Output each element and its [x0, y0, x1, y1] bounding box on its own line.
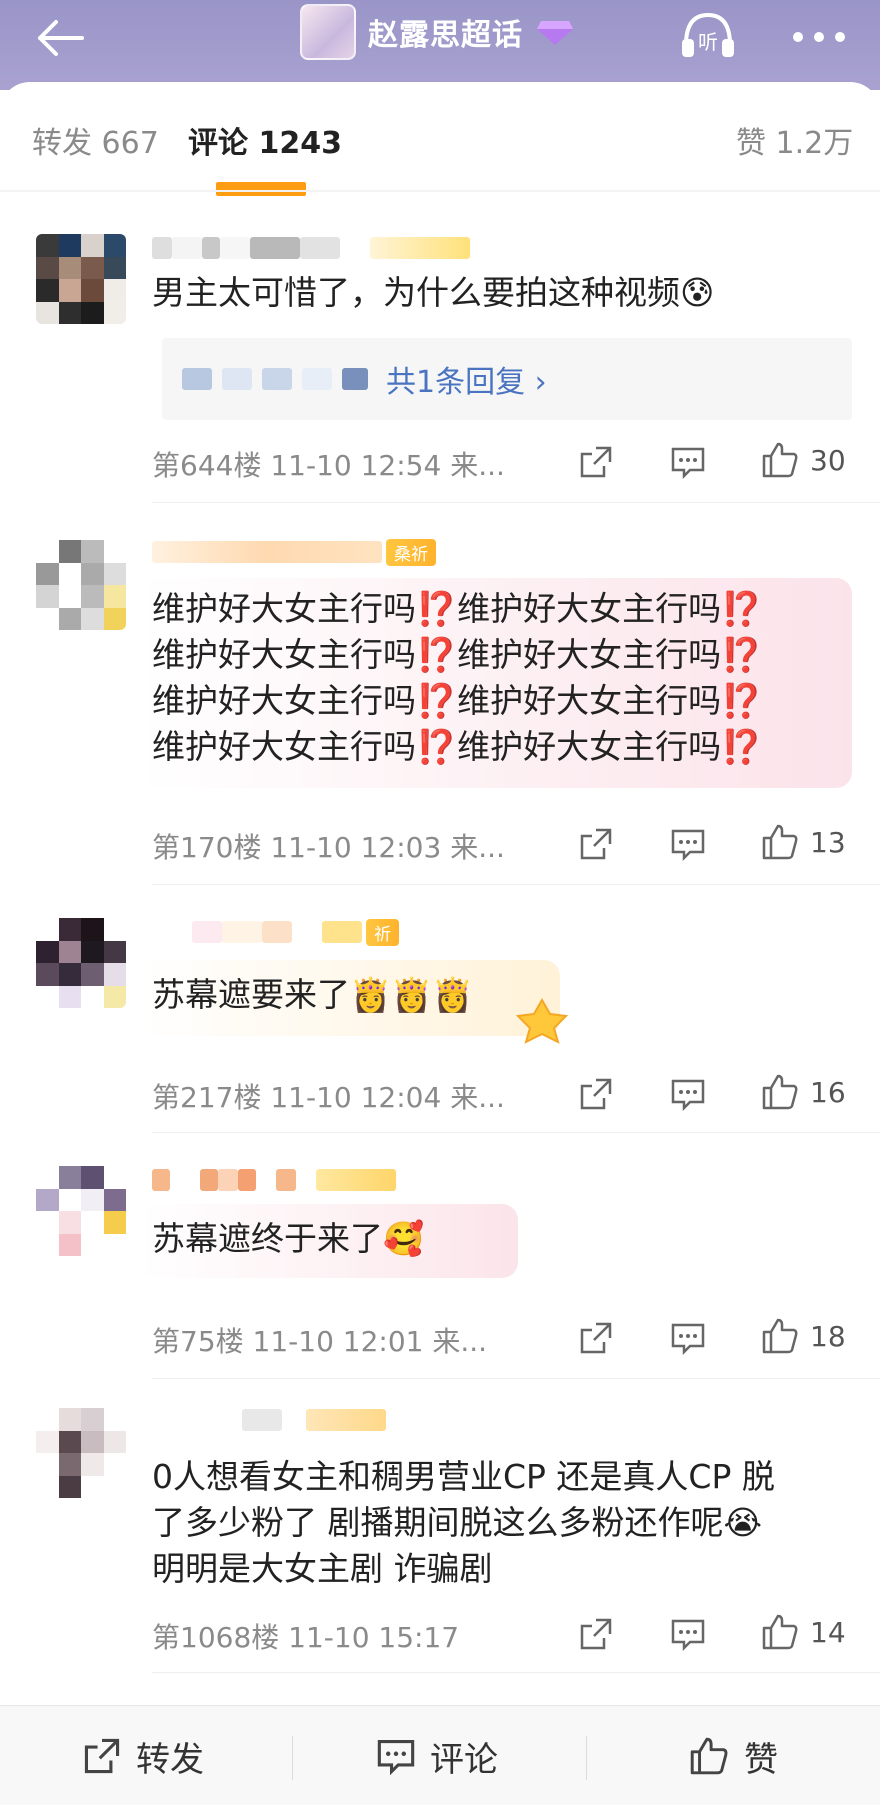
- username[interactable]: 桑祈: [152, 536, 436, 568]
- like-comment-button[interactable]: 14: [760, 1612, 846, 1652]
- comment-icon: [671, 447, 705, 480]
- comment-icon: [671, 1079, 705, 1112]
- share-icon: [580, 828, 612, 860]
- more-dots-icon: [793, 32, 845, 42]
- supertopic-title[interactable]: 赵露思超话: [300, 4, 575, 60]
- reply-comment-button[interactable]: [670, 444, 706, 480]
- like-comment-button[interactable]: 30: [760, 440, 846, 480]
- avatar[interactable]: [36, 918, 126, 1008]
- supertopic-avatar: [300, 4, 356, 60]
- headphone-icon: 听: [682, 12, 734, 57]
- username[interactable]: 祈: [152, 916, 399, 948]
- bottom-separator: [586, 1736, 587, 1780]
- tab-repost[interactable]: 转发 667: [32, 118, 159, 162]
- username[interactable]: [152, 1164, 396, 1196]
- top-bar: 赵露思超话 听: [0, 0, 880, 90]
- like-comment-button[interactable]: 13: [760, 822, 846, 862]
- like-count: 13: [810, 825, 846, 859]
- like-comment-button[interactable]: 18: [760, 1316, 846, 1356]
- svg-text:听: 听: [698, 30, 718, 54]
- listen-button[interactable]: 听: [676, 6, 740, 66]
- avatar[interactable]: [36, 540, 126, 630]
- comment-meta: 第170楼 11-10 12:03 来...: [152, 831, 505, 864]
- repost-comment-button[interactable]: [578, 1076, 614, 1112]
- like-count: 14: [810, 1615, 846, 1649]
- thumbs-up-icon: [762, 824, 798, 860]
- comment-text: 苏幕遮终于来了🥰: [152, 1219, 425, 1258]
- comment-divider: [152, 502, 880, 503]
- like-count: 30: [810, 443, 846, 477]
- comment-divider: [152, 884, 880, 885]
- like-count: 18: [810, 1319, 846, 1353]
- star-badge-icon: [515, 997, 569, 1044]
- back-arrow-icon: [38, 20, 84, 56]
- share-icon: [580, 1322, 612, 1354]
- fan-badge: 桑祈: [386, 538, 436, 566]
- comment-meta: 第644楼 11-10 12:54 来...: [152, 449, 505, 482]
- bottom-comment-button[interactable]: 评论: [376, 1728, 498, 1784]
- reply-comment-button[interactable]: [670, 826, 706, 862]
- repost-comment-button[interactable]: [578, 826, 614, 862]
- thumbs-up-icon: [762, 1614, 798, 1650]
- comment-icon: [671, 1323, 705, 1356]
- username[interactable]: [152, 1404, 386, 1436]
- like-count: 16: [810, 1075, 846, 1109]
- comment-icon: [671, 1619, 705, 1652]
- tab-bar: 转发 667 评论 1243 赞 1.2万: [0, 82, 880, 196]
- comment-text: 苏幕遮要来了👸👸👸: [152, 975, 474, 1014]
- thumbs-up-icon: [762, 1318, 798, 1354]
- repost-comment-button[interactable]: [578, 1616, 614, 1652]
- supertopic-name: 赵露思超话: [368, 18, 523, 53]
- comment-divider: [152, 1672, 880, 1673]
- tab-indicator: [216, 182, 306, 196]
- comment-text: 男主太可惜了，为什么要拍这种视频😰: [152, 273, 715, 312]
- diamond-icon: [537, 21, 573, 45]
- share-icon: [580, 1618, 612, 1650]
- reply-comment-button[interactable]: [670, 1320, 706, 1356]
- comment-divider: [152, 1132, 880, 1133]
- comment-text: 维护好大女主行吗⁉️维护好大女主行吗⁉️ 维护好大女主行吗⁉️维护好大女主行吗⁉…: [152, 589, 763, 766]
- reply-preview[interactable]: 共1条回复 ›: [162, 338, 852, 420]
- comment-text: 0人想看女主和稠男营业CP 还是真人CP 脱 了多少粉了 剧播期间脱这么多粉还作…: [152, 1457, 775, 1588]
- reply-comment-button[interactable]: [670, 1076, 706, 1112]
- comment-meta: 第217楼 11-10 12:04 来...: [152, 1081, 505, 1114]
- repost-comment-button[interactable]: [578, 444, 614, 480]
- thumbs-up-icon: [762, 1074, 798, 1110]
- tab-divider: [0, 190, 880, 192]
- bottom-like-button[interactable]: 赞: [688, 1728, 778, 1784]
- more-button[interactable]: [784, 12, 854, 62]
- comment-divider: [152, 1378, 880, 1379]
- back-button[interactable]: [30, 8, 90, 68]
- thumbs-up-icon: [762, 442, 798, 478]
- view-replies-link[interactable]: 共1条回复 ›: [386, 357, 547, 401]
- comment-meta: 第75楼 11-10 12:01 来...: [152, 1325, 488, 1358]
- tab-comment[interactable]: 评论 1243: [188, 118, 342, 162]
- username[interactable]: [152, 232, 470, 264]
- share-icon: [84, 1738, 120, 1774]
- bottom-separator: [292, 1736, 293, 1780]
- comment-icon: [377, 1740, 415, 1776]
- avatar[interactable]: [36, 1166, 126, 1256]
- comment-icon: [671, 829, 705, 862]
- bottom-action-bar: 转发 评论 赞: [0, 1705, 880, 1805]
- bottom-repost-button[interactable]: 转发: [82, 1728, 204, 1784]
- thumbs-up-icon: [690, 1737, 728, 1775]
- avatar[interactable]: [36, 234, 126, 324]
- tab-like[interactable]: 赞 1.2万: [736, 118, 853, 162]
- reply-comment-button[interactable]: [670, 1616, 706, 1652]
- share-icon: [580, 1078, 612, 1110]
- avatar[interactable]: [36, 1408, 126, 1498]
- comment-meta: 第1068楼 11-10 15:17: [152, 1621, 460, 1654]
- fan-badge: 祈: [366, 918, 399, 946]
- share-icon: [580, 446, 612, 478]
- like-comment-button[interactable]: 16: [760, 1072, 846, 1112]
- repost-comment-button[interactable]: [578, 1320, 614, 1356]
